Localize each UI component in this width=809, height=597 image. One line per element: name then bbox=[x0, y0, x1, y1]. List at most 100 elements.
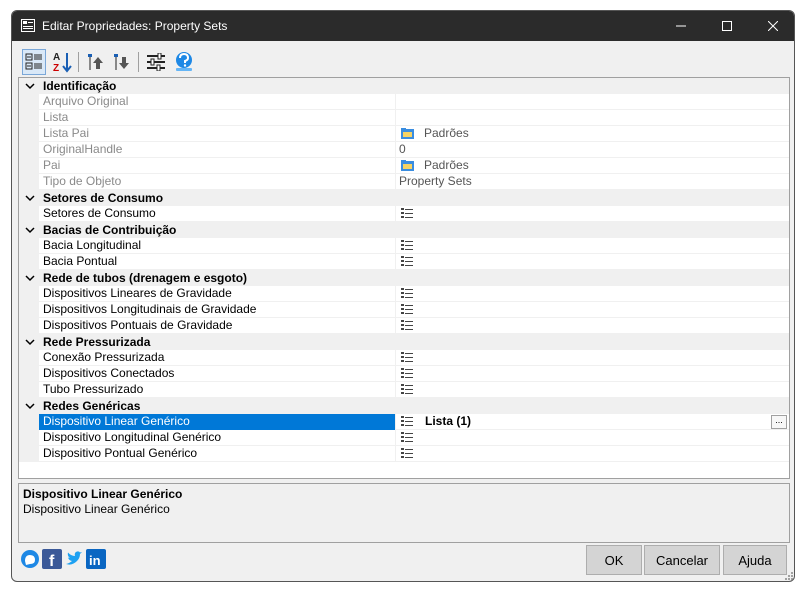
ellipsis-button[interactable]: ... bbox=[771, 415, 787, 429]
category-rede-pressurizada[interactable]: Rede Pressurizada bbox=[19, 334, 789, 350]
property-row[interactable]: OriginalHandle 0 bbox=[19, 142, 789, 158]
property-row[interactable]: Conexão Pressurizada bbox=[19, 350, 789, 366]
toolbar-separator bbox=[78, 52, 79, 72]
settings-button[interactable] bbox=[144, 49, 168, 75]
facebook-icon[interactable]: f bbox=[42, 549, 62, 569]
category-label: Redes Genéricas bbox=[43, 399, 141, 413]
twitter-icon[interactable] bbox=[64, 549, 84, 569]
chat-bubble-icon[interactable] bbox=[20, 549, 40, 569]
app-icon bbox=[21, 19, 35, 32]
ok-button[interactable]: OK bbox=[586, 545, 642, 575]
move-up-button[interactable] bbox=[84, 49, 108, 75]
chevron-down-icon[interactable] bbox=[25, 81, 35, 91]
property-name: Bacia Longitudinal bbox=[43, 238, 142, 252]
property-name: Tubo Pressurizado bbox=[43, 382, 144, 396]
property-row[interactable]: Dispositivos Longitudinais de Gravidade bbox=[19, 302, 789, 318]
chevron-down-icon[interactable] bbox=[25, 337, 35, 347]
resize-grip-icon[interactable] bbox=[782, 569, 794, 581]
category-bacias-de-contribuicao[interactable]: Bacias de Contribuição bbox=[19, 222, 789, 238]
property-value: Padrões bbox=[424, 126, 469, 140]
list-icon[interactable] bbox=[401, 384, 413, 396]
property-name: Setores de Consumo bbox=[43, 206, 156, 220]
property-row[interactable]: Dispositivos Lineares de Gravidade bbox=[19, 286, 789, 302]
categorized-icon bbox=[25, 53, 42, 70]
property-row[interactable]: Lista Pai Padrões bbox=[19, 126, 789, 142]
list-icon[interactable] bbox=[401, 288, 413, 300]
property-row[interactable]: Dispositivo Pontual Genérico bbox=[19, 446, 789, 462]
close-icon bbox=[768, 21, 778, 31]
chevron-down-icon[interactable] bbox=[25, 401, 35, 411]
chevron-down-icon[interactable] bbox=[25, 273, 35, 283]
help-globe-icon bbox=[176, 52, 192, 71]
property-row[interactable]: Setores de Consumo bbox=[19, 206, 789, 222]
property-name: Pai bbox=[43, 158, 61, 172]
property-name: Dispositivo Longitudinal Genérico bbox=[43, 430, 222, 444]
list-icon[interactable] bbox=[401, 304, 413, 316]
category-setores-de-consumo[interactable]: Setores de Consumo bbox=[19, 190, 789, 206]
property-row[interactable]: Dispositivos Pontuais de Gravidade bbox=[19, 318, 789, 334]
minimize-button[interactable] bbox=[658, 11, 704, 41]
property-name: Dispositivo Pontual Genérico bbox=[43, 446, 198, 460]
property-row[interactable]: Lista bbox=[19, 110, 789, 126]
cancel-button[interactable]: Cancelar bbox=[644, 545, 720, 575]
categorized-view-button[interactable] bbox=[22, 49, 46, 75]
property-grid[interactable]: Identificação Arquivo Original Lista Lis… bbox=[18, 77, 790, 479]
list-icon[interactable] bbox=[401, 256, 413, 268]
window-title: Editar Propriedades: Property Sets bbox=[42, 19, 228, 33]
chevron-down-icon[interactable] bbox=[25, 225, 35, 235]
property-value: Padrões bbox=[424, 158, 469, 172]
list-icon[interactable] bbox=[401, 368, 413, 380]
move-down-button[interactable] bbox=[110, 49, 134, 75]
maximize-button[interactable] bbox=[704, 11, 750, 41]
property-value bbox=[399, 94, 787, 110]
close-button[interactable] bbox=[750, 11, 794, 41]
list-icon[interactable] bbox=[401, 432, 413, 444]
property-row[interactable]: Arquivo Original bbox=[19, 94, 789, 110]
category-redes-genericas[interactable]: Redes Genéricas bbox=[19, 398, 789, 414]
list-icon[interactable] bbox=[401, 448, 413, 460]
property-name: Lista Pai bbox=[43, 126, 90, 140]
help-dialog-button[interactable]: Ajuda bbox=[723, 545, 787, 575]
folder-icon bbox=[401, 128, 414, 139]
property-name: Tipo de Objeto bbox=[43, 174, 122, 188]
svg-text:f: f bbox=[49, 553, 55, 569]
property-value bbox=[399, 110, 787, 126]
list-icon[interactable] bbox=[401, 352, 413, 364]
category-label: Identificação bbox=[43, 79, 117, 93]
list-icon[interactable] bbox=[401, 208, 413, 220]
alphabetical-sort-button[interactable]: A Z bbox=[50, 49, 74, 75]
property-row[interactable]: Bacia Longitudinal bbox=[19, 238, 789, 254]
property-row[interactable]: Pai Padrões bbox=[19, 158, 789, 174]
property-name: Arquivo Original bbox=[43, 94, 129, 108]
category-label: Setores de Consumo bbox=[43, 191, 164, 205]
category-rede-de-tubos[interactable]: Rede de tubos (drenagem e esgoto) bbox=[19, 270, 789, 286]
toolbar-separator bbox=[138, 52, 139, 72]
property-name: Dispositivos Conectados bbox=[43, 366, 175, 380]
list-icon[interactable] bbox=[401, 320, 413, 332]
title-bar[interactable]: Editar Propriedades: Property Sets bbox=[12, 11, 794, 41]
property-value: 0 bbox=[399, 142, 406, 156]
property-name: Dispositivos Pontuais de Gravidade bbox=[43, 318, 233, 332]
property-row[interactable]: Bacia Pontual bbox=[19, 254, 789, 270]
list-icon[interactable] bbox=[401, 416, 413, 428]
sliders-icon bbox=[147, 53, 165, 71]
list-icon[interactable] bbox=[401, 240, 413, 252]
property-value: Lista (1) bbox=[425, 414, 472, 428]
chevron-down-icon[interactable] bbox=[25, 193, 35, 203]
linkedin-icon[interactable]: in bbox=[86, 549, 106, 569]
property-row[interactable]: Tipo de Objeto Property Sets bbox=[19, 174, 789, 190]
property-value: Property Sets bbox=[399, 174, 472, 188]
property-name: Dispositivos Longitudinais de Gravidade bbox=[43, 302, 257, 316]
folder-icon bbox=[401, 160, 414, 171]
category-label: Rede de tubos (drenagem e esgoto) bbox=[43, 271, 248, 285]
svg-text:A: A bbox=[53, 52, 60, 63]
property-row[interactable]: Dispositivos Conectados bbox=[19, 366, 789, 382]
az-sort-icon: A Z bbox=[53, 52, 72, 73]
description-text: Dispositivo Linear Genérico bbox=[23, 502, 170, 516]
move-down-icon bbox=[114, 54, 129, 70]
property-row[interactable]: Tubo Pressurizado bbox=[19, 382, 789, 398]
help-button[interactable] bbox=[172, 49, 196, 75]
category-identificacao[interactable]: Identificação bbox=[19, 78, 789, 94]
property-row-selected[interactable]: Dispositivo Linear Genérico Lista (1) ..… bbox=[19, 414, 789, 430]
property-row[interactable]: Dispositivo Longitudinal Genérico bbox=[19, 430, 789, 446]
